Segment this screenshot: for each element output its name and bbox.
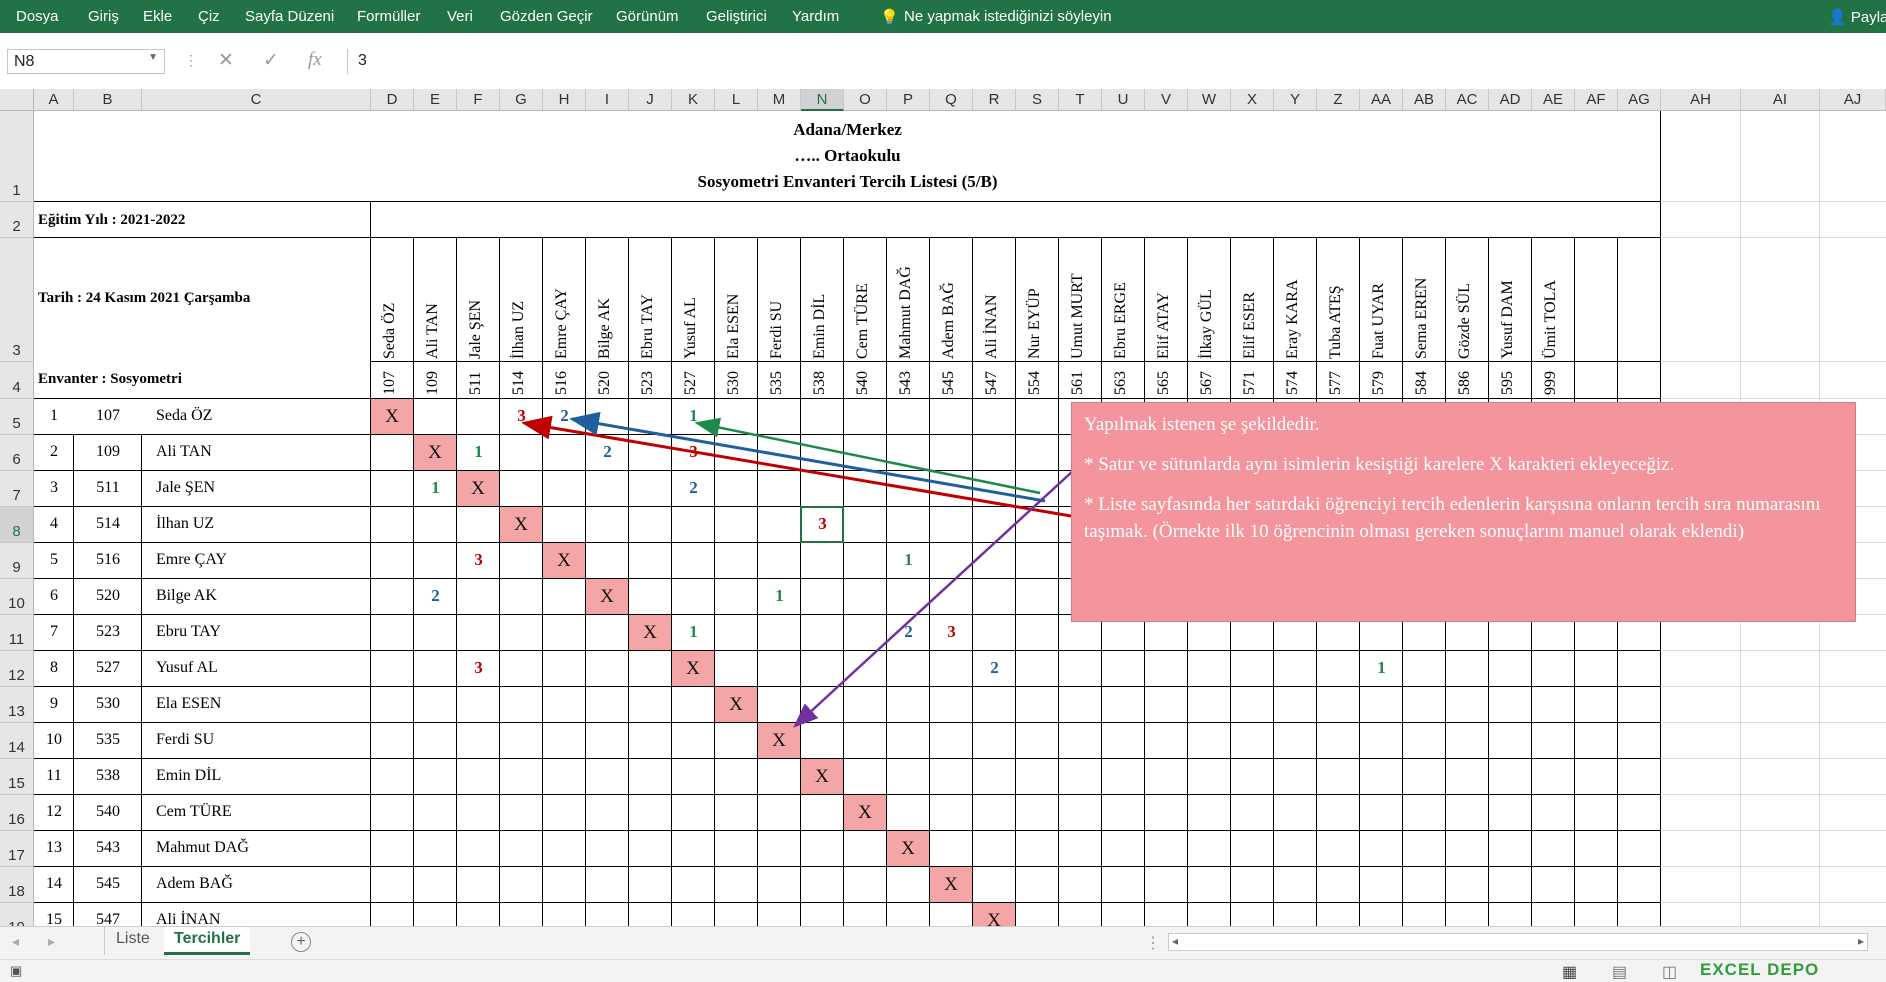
instruction-note: Yapılmak istenen şe şekildedir. * Satır … bbox=[1071, 402, 1856, 622]
note-line-3: * Liste sayfasında her satırdaki öğrenci… bbox=[1084, 494, 1821, 542]
ribbon-tab-8[interactable]: Görünüm bbox=[616, 8, 679, 25]
ribbon-tab-2[interactable]: Ekle bbox=[143, 8, 172, 25]
ribbon-tab-5[interactable]: Formüller bbox=[357, 8, 420, 25]
watermark-logo: EXCEL DEPO bbox=[1700, 960, 1820, 979]
macro-record-icon[interactable]: ▣ bbox=[10, 963, 22, 979]
add-sheet-button[interactable]: + bbox=[291, 932, 311, 952]
more-icon: ⋮ bbox=[1145, 935, 1161, 952]
page-break-icon[interactable]: ◫ bbox=[1662, 962, 1677, 982]
page-layout-icon[interactable]: ▤ bbox=[1612, 962, 1627, 982]
ribbon-tab-1[interactable]: Giriş bbox=[88, 8, 119, 25]
ribbon-tab-6[interactable]: Veri bbox=[447, 8, 473, 25]
formula-bar: N8 ▼ ⋮ ✕ ✓ fx 3 bbox=[0, 43, 1886, 80]
sheet-tab-bar: ◂ ▸ Liste Tercihler + ⋮ ◂ ▸ bbox=[0, 926, 1886, 959]
chevron-down-icon[interactable]: ▼ bbox=[148, 52, 158, 63]
scroll-left-icon[interactable]: ◂ bbox=[1172, 934, 1178, 948]
ribbon-tab-10[interactable]: Yardım bbox=[792, 8, 839, 25]
worksheet-grid[interactable]: A B C D E F G H I J K L M N O P Q R S T U V W X Y Z AA AB AC AD AE AF AG… bbox=[0, 89, 1886, 926]
arrow-purple bbox=[793, 469, 1075, 728]
tab-tercihler[interactable]: Tercihler bbox=[164, 927, 251, 955]
arrow-red bbox=[521, 415, 1072, 518]
lightbulb-icon: 💡 bbox=[880, 9, 899, 26]
ribbon-tab-4[interactable]: Sayfa Düzeni bbox=[245, 8, 334, 25]
arrow-blue bbox=[569, 411, 1046, 503]
ribbon-tab-0[interactable]: Dosya bbox=[16, 8, 59, 25]
ribbon-bar: Dosya Giriş Ekle Çiz Sayfa Düzeni Formüller Ve… bbox=[0, 0, 1886, 33]
normal-view-icon[interactable]: ▦ bbox=[1562, 962, 1577, 982]
scroll-right-icon[interactable]: ▸ bbox=[1858, 934, 1864, 948]
formula-input[interactable]: 3 bbox=[347, 49, 1886, 74]
horizontal-scrollbar[interactable]: ◂ ▸ bbox=[1168, 933, 1868, 951]
enter-icon[interactable]: ✓ bbox=[263, 49, 279, 72]
more-icon: ⋮ bbox=[184, 52, 198, 68]
tab-divider bbox=[104, 927, 105, 955]
note-line-1: Yapılmak istenen şe şekildedir. bbox=[1084, 414, 1320, 435]
tab-scroll-right-icon[interactable]: ▸ bbox=[48, 933, 55, 950]
ribbon-tab-7[interactable]: Gözden Geçir bbox=[500, 8, 593, 25]
cancel-icon[interactable]: ✕ bbox=[218, 49, 234, 72]
function-icon[interactable]: fx bbox=[308, 49, 322, 71]
name-box-value: N8 bbox=[14, 53, 35, 70]
name-box[interactable]: N8 ▼ bbox=[7, 49, 165, 74]
note-line-2: * Satır ve sütunlarda aynı isimlerin kes… bbox=[1084, 454, 1675, 475]
ribbon-tab-9[interactable]: Geliştirici bbox=[706, 8, 767, 25]
tell-me-search[interactable]: Ne yapmak istediğinizi söyleyin bbox=[904, 8, 1112, 25]
tab-liste[interactable]: Liste bbox=[106, 927, 160, 955]
status-bar: ▣ ▦ ▤ ◫ EXCEL DEPO bbox=[0, 959, 1886, 982]
ribbon-tab-3[interactable]: Çiz bbox=[198, 8, 220, 25]
share-button[interactable]: 👤 Payla bbox=[1828, 8, 1886, 26]
tab-scroll-left-icon[interactable]: ◂ bbox=[12, 933, 19, 950]
share-label: Payla bbox=[1850, 9, 1886, 26]
